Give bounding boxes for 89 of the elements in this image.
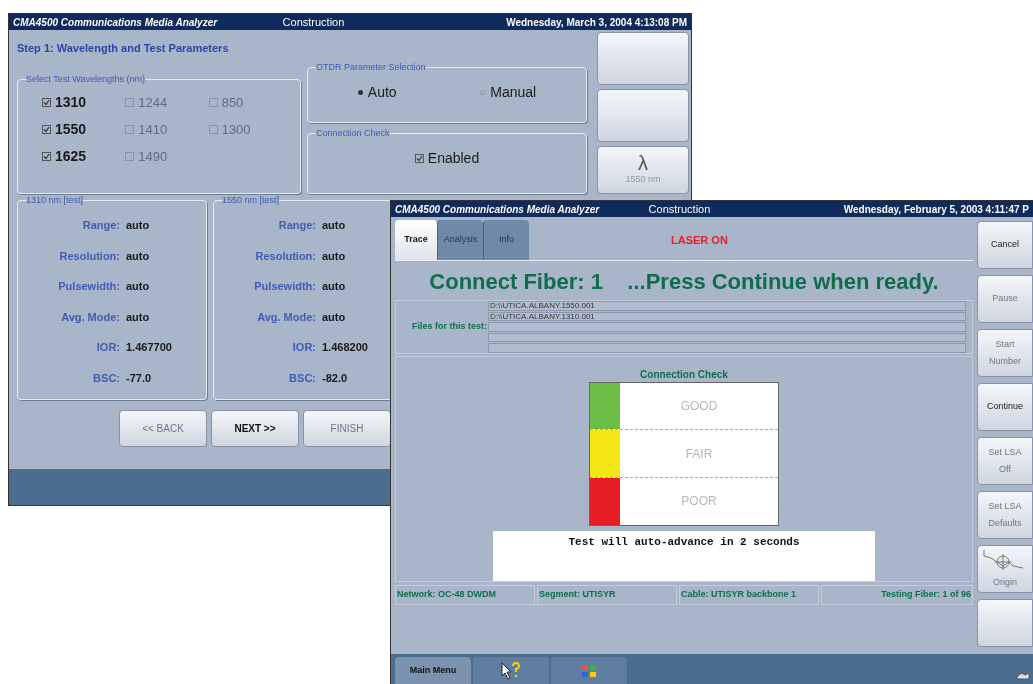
wavelength-label: 1625 [55, 147, 87, 166]
parameter-label: BSC: [92, 370, 121, 386]
parameter-label: Range: [81, 218, 121, 233]
parameter-label: BSC: [288, 370, 317, 386]
status-cell: Testing Fiber: 1 of 96 [821, 584, 973, 605]
status-cell: Segment: UTISYR [537, 584, 677, 605]
parameter-label: IOR: [95, 340, 121, 355]
tab[interactable]: Info [483, 220, 529, 260]
check-icon [43, 99, 50, 106]
side-button[interactable]: Cancel [977, 221, 1033, 269]
level-label: FAIR [684, 445, 714, 463]
enabled-label: Enabled [427, 149, 480, 168]
parameter-label: Avg. Mode: [60, 309, 121, 325]
checkbox[interactable] [208, 98, 218, 107]
parameter-value: -77.0 [126, 370, 152, 386]
file-row: D:\\UTICA.ALBANY.1550.001 [488, 301, 966, 311]
check-icon [415, 155, 423, 162]
checkbox[interactable] [125, 152, 135, 161]
parameter-value: auto [126, 218, 150, 233]
parameter-value: auto [126, 279, 150, 294]
main-menu-button[interactable]: Main Menu [395, 657, 471, 684]
checkbox[interactable] [125, 125, 135, 134]
check-icon [43, 153, 50, 160]
date-time: Wednesday, March 3, 2004 4:13:08 PM [506, 15, 687, 30]
check-icon [43, 126, 50, 133]
wavelength-label: 1490 [138, 147, 168, 166]
parameter-value: auto [322, 279, 346, 294]
file-row: D:\\UTICA.ALBANY.1310.001 [488, 311, 966, 321]
parameter-value: 1.467700 [126, 340, 172, 355]
parameter-label: Avg. Mode: [256, 309, 317, 325]
parameter-label: Pulsewidth: [57, 279, 121, 294]
checkbox[interactable] [208, 125, 218, 134]
connection-check-title: Connection Check [640, 367, 728, 382]
status-cell: Cable: UTISYR backbone 1 [679, 584, 819, 605]
start-button[interactable] [551, 657, 627, 684]
wavelength-label: 1244 [138, 93, 168, 112]
parameter-label: Resolution: [58, 248, 121, 264]
checkbox[interactable] [42, 152, 51, 161]
tab[interactable]: Trace [395, 220, 437, 260]
wavelength-label: 1550 [55, 120, 87, 139]
radio-option[interactable]: Auto [357, 82, 397, 103]
checkbox[interactable] [42, 98, 51, 107]
side-button[interactable] [977, 599, 1033, 647]
flag-icon [581, 663, 597, 678]
parameter-value: -82.0 [322, 370, 348, 386]
side-button[interactable] [597, 32, 689, 85]
message-box: Test will auto-advance in 2 seconds [493, 530, 875, 581]
group-legend: Connection Check [316, 126, 390, 140]
wavelength-label: 1310 [55, 93, 87, 112]
side-button[interactable]: Continue [977, 383, 1033, 431]
parameter-value: auto [322, 218, 346, 233]
group-legend: Select Test Wavelengths (nm) [26, 72, 146, 86]
parameter-value: auto [322, 248, 346, 264]
files-label: Files for this test: [411, 320, 488, 333]
mode-label: Construction [282, 14, 346, 30]
parameter-label: Pulsewidth: [253, 279, 317, 294]
parameter-value: 1.468200 [322, 340, 368, 355]
checkbox[interactable] [42, 125, 51, 134]
laser-status: LASER ON [671, 233, 728, 249]
group-legend: 1550 nm [test] [222, 193, 280, 207]
mode-label: Construction [648, 201, 712, 217]
parameter-label: IOR: [291, 340, 317, 355]
checkbox[interactable] [125, 98, 135, 107]
parameter-label: Range: [277, 218, 317, 233]
wavelength-label: 850 [221, 93, 244, 112]
status-cell: Network: OC-48 DWDM [395, 584, 535, 605]
parameter-value: auto [126, 248, 150, 264]
window-title: CMA4500 Communications Media Analyzer [395, 202, 601, 217]
prompt-text: Connect Fiber: 1 ...Press Continue when ready. [428, 268, 940, 296]
date-time: Wednesday, February 5, 2003 4:11:47 P [843, 202, 1029, 217]
checkbox[interactable] [414, 154, 424, 163]
parameter-value: auto [322, 309, 346, 325]
tab[interactable]: Analysis [437, 220, 483, 260]
window-title: CMA4500 Communications Media Analyzer [13, 15, 219, 30]
group-legend: 1310 nm [test] [26, 193, 84, 207]
side-button[interactable] [597, 89, 689, 142]
radio-option[interactable]: Manual [480, 82, 537, 103]
level-label: GOOD [679, 397, 719, 415]
parameter-value: auto [126, 309, 150, 325]
wavelength-button[interactable]: λ 1550 nm [597, 146, 689, 194]
nav-button[interactable]: NEXT >> [211, 409, 299, 447]
group-legend: OTDR Parameter Selection [316, 60, 426, 74]
level-label: POOR [680, 493, 718, 511]
help-cursor-icon [500, 661, 522, 680]
step-title: Step 1: Wavelength and Test Parameters [17, 41, 230, 56]
wavelength-label: 1300 [221, 120, 251, 139]
help-button[interactable] [473, 657, 549, 684]
wavelength-label: 1410 [138, 120, 168, 139]
parameter-label: Resolution: [254, 248, 317, 264]
